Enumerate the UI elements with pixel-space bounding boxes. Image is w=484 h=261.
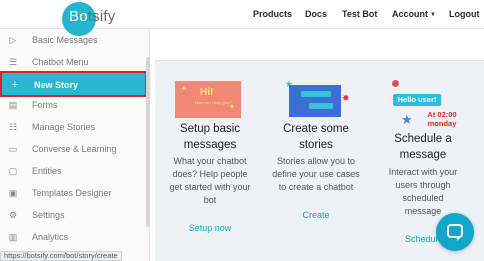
card-title-stories: Create some stories: [283, 123, 349, 151]
stories-illustration: [289, 85, 341, 117]
dot-icon: [392, 80, 399, 87]
card-desc-basic-messages: What your chatbot does? Help people get …: [169, 156, 251, 205]
card-title-schedule: Schedule a message: [394, 133, 452, 161]
caret-down-icon: ▼: [430, 12, 436, 18]
sidebar-item-entities[interactable]: ▢ Entities: [0, 161, 146, 181]
create-link[interactable]: Create: [272, 210, 360, 220]
form-icon: ▤: [8, 100, 18, 110]
sidebar-item-label: Analytics: [32, 232, 69, 242]
sidebar-item-analytics[interactable]: ▥ Analytics: [0, 227, 146, 247]
card-desc-stories: Stories allow you to define your use cas…: [272, 156, 360, 192]
sidebar-item-label: Entities: [32, 166, 62, 176]
illustration-help-text: How can I help you?: [195, 100, 232, 105]
sidebar-item-label: Basic Messages: [32, 35, 98, 45]
sidebar-item-label: Forms: [32, 100, 58, 110]
flow-bar: [309, 103, 333, 109]
nav-account-label: Account: [392, 9, 428, 19]
chat-widget-button[interactable]: [436, 213, 474, 251]
star-icon: ★: [401, 112, 413, 127]
sidebar-item-forms[interactable]: ▤ Forms: [0, 95, 146, 115]
sidebar-item-label: Chatbot Menu: [32, 57, 89, 67]
sidebar-item-label: Manage Stories: [32, 122, 96, 132]
sidebar-item-label: Converse & Learning: [32, 144, 117, 154]
chat-bubble-tail: [457, 236, 462, 241]
sidebar-item-chatbot-menu[interactable]: ☰ Chatbot Menu: [0, 52, 146, 72]
browser-status-url: https://botsify.com/bot/story/create: [0, 251, 122, 261]
setup-now-link[interactable]: Setup now: [167, 223, 253, 233]
sparkle-icon: ✦: [181, 86, 187, 93]
analytics-icon: ▥: [8, 232, 18, 242]
plus-icon: +: [11, 79, 19, 91]
sidebar-item-label: Templates Designer: [32, 188, 112, 198]
card-title-basic-messages: Setup basic messages: [179, 123, 241, 151]
nav-test-bot-link[interactable]: Test Bot: [342, 9, 377, 19]
schedule-time-text: At 02:00 monday: [427, 110, 457, 128]
flow-bar: [301, 91, 331, 97]
sidebar-item-settings[interactable]: ⚙ Settings: [0, 205, 146, 225]
sidebar-item-label: New Story: [34, 80, 79, 90]
gear-icon: ⚙: [8, 210, 18, 220]
sidebar-item-templates-designer[interactable]: ▣ Templates Designer: [0, 183, 146, 203]
sparkle-icon: ✦: [229, 104, 235, 111]
nav-docs-link[interactable]: Docs: [305, 9, 327, 19]
illustration-hi-text: Hi!: [200, 87, 214, 98]
chat-icon: ▭: [8, 144, 18, 154]
play-icon: ▷: [9, 35, 17, 45]
nav-products-link[interactable]: Products: [253, 9, 292, 19]
template-icon: ▣: [8, 188, 18, 198]
logo-text: Botsify: [69, 8, 116, 25]
sidebar-item-label: Settings: [32, 210, 65, 220]
hello-user-badge: Hello user!: [393, 94, 441, 106]
basic-messages-illustration: Hi! How can I help you? ✦ ✦: [175, 81, 241, 118]
list-icon: ☷: [8, 122, 18, 132]
menu-icon: ☰: [8, 57, 18, 67]
sidebar: ▷ Basic Messages ☰ Chatbot Menu + New St…: [0, 29, 150, 261]
burst-icon: ✸: [342, 93, 350, 103]
sidebar-item-new-story[interactable]: + New Story: [0, 71, 147, 97]
sidebar-item-converse-learning[interactable]: ▭ Converse & Learning: [0, 139, 146, 159]
nav-logout-link[interactable]: Logout: [449, 9, 480, 19]
sidebar-item-manage-stories[interactable]: ☷ Manage Stories: [0, 117, 146, 137]
card-desc-schedule: Interact with your users through schedul…: [388, 167, 458, 216]
entities-icon: ▢: [8, 166, 18, 176]
nav-account-menu[interactable]: Account ▼: [392, 9, 436, 19]
